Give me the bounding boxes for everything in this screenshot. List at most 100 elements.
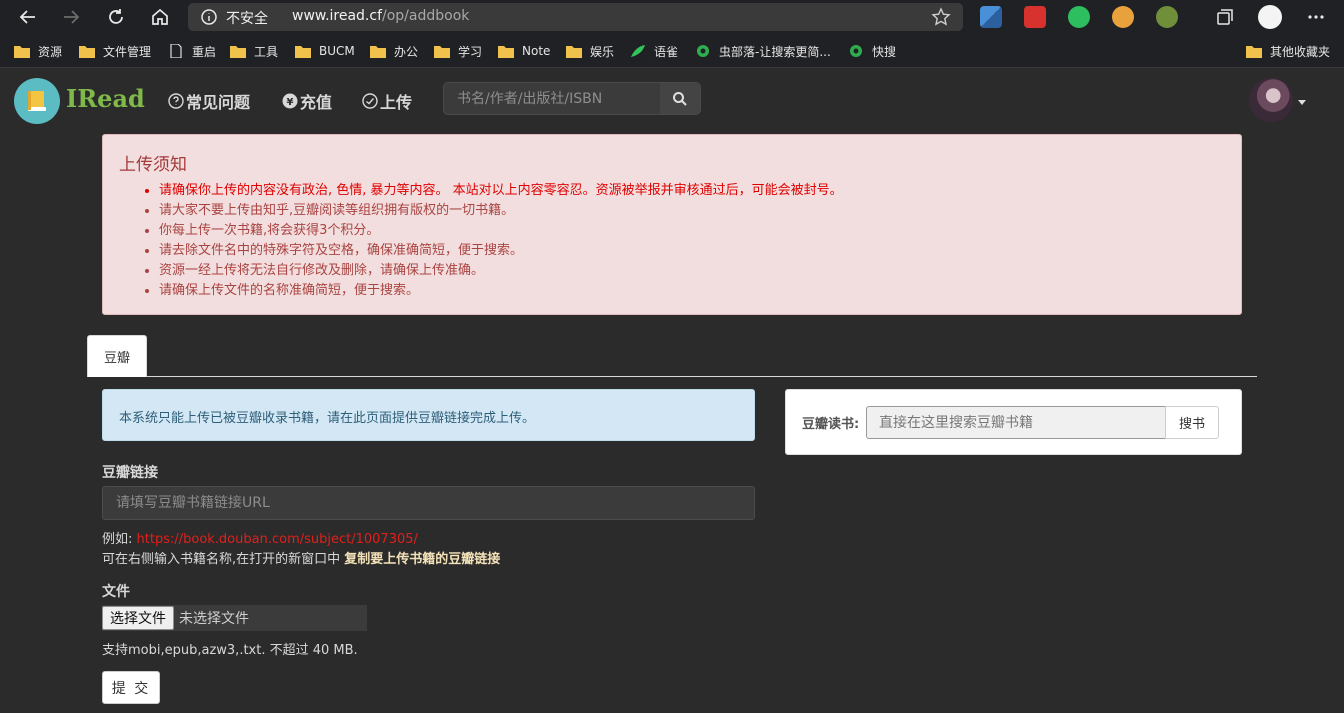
hint-bold: 复制要上传书籍的豆瓣链接: [344, 552, 501, 567]
bookmark-item[interactable]: 资源: [14, 42, 62, 60]
file-hint: 支持mobi,epub,azw3,.txt. 不超过 40 MB.: [102, 643, 358, 658]
choose-file-button[interactable]: 选择文件: [102, 606, 174, 630]
extension-face-icon[interactable]: [1112, 6, 1134, 28]
browser-toolbar: 不安全 www.iread.cf/op/addbook: [0, 0, 1344, 34]
bookmark-item[interactable]: BUCM: [295, 42, 355, 60]
bookmark-item[interactable]: 语雀: [630, 42, 678, 60]
site-search-input[interactable]: [444, 83, 661, 114]
notice-list: 请确保你上传的内容没有政治, 色情, 暴力等内容。 本站对以上内容零容忍。资源被…: [159, 181, 843, 301]
insecure-label[interactable]: 不安全: [226, 8, 268, 28]
home-icon[interactable]: [148, 5, 172, 29]
bookmark-item[interactable]: 文件管理: [79, 42, 151, 60]
logo-text[interactable]: IRead: [66, 84, 145, 113]
folder-icon: [370, 46, 386, 58]
bookmark-label: 娱乐: [590, 44, 615, 59]
forward-arrow-icon[interactable]: [59, 5, 83, 29]
extension-grid-icon[interactable]: [980, 6, 1002, 28]
bookmark-label: Note: [522, 44, 551, 58]
no-file-text: 未选择文件: [179, 611, 249, 627]
folder-icon: [14, 46, 30, 58]
yuque-icon: [631, 45, 645, 57]
reload-icon[interactable]: [104, 5, 128, 29]
collections-icon[interactable]: [1213, 5, 1237, 29]
other-bookmarks-label: 其他收藏夹: [1270, 44, 1331, 59]
back-arrow-icon[interactable]: [16, 5, 40, 29]
bookmark-item[interactable]: 办公: [370, 42, 418, 60]
hint-prefix: 可在右侧输入书籍名称,在打开的新窗口中: [102, 552, 345, 567]
site-navbar: IRead 常见问题 ¥ 充值 上传: [0, 68, 1344, 133]
notice-item: 资源一经上传将无法自行修改及删除，请确保上传准确。: [159, 261, 843, 281]
bookmark-item[interactable]: 学习: [434, 42, 482, 60]
profile-icon[interactable]: [1258, 5, 1282, 29]
notice-item: 你每上传一次书籍,将会获得3个积分。: [159, 221, 843, 241]
bookmark-label: 资源: [38, 44, 63, 59]
douban-search-panel: 豆瓣读书: 搜书: [785, 389, 1242, 455]
bookmark-item[interactable]: 重启: [168, 42, 216, 60]
douban-search-input[interactable]: [866, 406, 1166, 439]
notice-item: 请大家不要上传由知乎,豆瓣阅读等组织拥有版权的一切书籍。: [159, 201, 843, 221]
example-line: 例如: https://book.douban.com/subject/1007…: [102, 528, 418, 547]
douban-link-label: 豆瓣链接: [102, 465, 158, 481]
example-link[interactable]: https://book.douban.com/subject/1007305/: [137, 532, 418, 547]
folder-icon: [230, 46, 246, 58]
url-path: /op/addbook: [382, 8, 470, 24]
question-circle-icon: [168, 93, 184, 109]
notice-item: 请去除文件名中的特殊字符及空格，确保准确简短，便于搜索。: [159, 241, 843, 261]
bookmark-item[interactable]: 快搜: [848, 42, 896, 60]
chongbuluo-icon: [850, 45, 862, 57]
bookmark-label: 文件管理: [103, 44, 152, 59]
nav-recharge-label: 充值: [300, 93, 333, 112]
extension-red-icon[interactable]: [1024, 6, 1046, 28]
evernote-icon[interactable]: [1068, 6, 1090, 28]
info-icon[interactable]: [200, 8, 218, 26]
bookmark-item[interactable]: 娱乐: [566, 42, 614, 60]
site-search: [443, 82, 701, 115]
extension-hat-icon[interactable]: [1156, 6, 1178, 28]
folder-icon: [434, 46, 450, 58]
site-search-button[interactable]: [660, 83, 700, 114]
nav-upload-label: 上传: [380, 93, 413, 112]
caret-down-icon[interactable]: [1298, 100, 1306, 105]
douban-link-input[interactable]: [102, 486, 755, 520]
chongbuluo-icon: [697, 45, 709, 57]
bookmark-item[interactable]: 工具: [230, 42, 278, 60]
tab-divider: [87, 376, 1257, 377]
logo[interactable]: [14, 78, 60, 124]
info-alert: 本系统只能上传已被豆瓣收录书籍，请在此页面提供豆瓣链接完成上传。: [102, 389, 755, 441]
svg-text:¥: ¥: [287, 97, 294, 108]
bookmark-label: 语雀: [654, 44, 679, 59]
douban-search-label: 豆瓣读书:: [802, 417, 860, 432]
nav-faq[interactable]: 常见问题: [168, 89, 250, 113]
file-label: 文件: [102, 584, 130, 600]
nav-faq-label: 常见问题: [186, 93, 251, 112]
bookmark-label: 重启: [192, 44, 217, 59]
hint-line: 可在右侧输入书籍名称,在打开的新窗口中 复制要上传书籍的豆瓣链接: [102, 548, 500, 567]
coin-icon: ¥: [282, 93, 298, 109]
folder-icon: [566, 46, 582, 58]
url-text[interactable]: www.iread.cf/op/addbook: [292, 8, 469, 24]
notice-item: 请确保你上传的内容没有政治, 色情, 暴力等内容。 本站对以上内容零容忍。资源被…: [159, 181, 843, 201]
nav-recharge[interactable]: ¥ 充值: [282, 89, 332, 113]
tab-douban[interactable]: 豆瓣: [87, 335, 147, 377]
bookmark-label: 快搜: [872, 44, 897, 59]
star-icon[interactable]: [931, 7, 951, 27]
file-input[interactable]: 选择文件 未选择文件: [102, 605, 367, 631]
bookmark-label: BUCM: [319, 44, 355, 58]
search-book-button[interactable]: 搜书: [1165, 406, 1219, 439]
notice-title: 上传须知: [119, 155, 187, 175]
folder-icon: [1246, 46, 1262, 58]
bookmark-item[interactable]: Note: [498, 42, 550, 60]
address-bar[interactable]: 不安全 www.iread.cf/op/addbook: [188, 3, 963, 31]
url-host: www.iread.cf: [292, 8, 383, 24]
nav-upload[interactable]: 上传: [362, 89, 412, 113]
user-avatar[interactable]: [1249, 78, 1293, 122]
notice-item: 请确保上传文件的名称准确简短，便于搜索。: [159, 281, 843, 301]
check-circle-icon: [362, 93, 378, 109]
search-icon: [673, 91, 687, 106]
bookmark-item[interactable]: 虫部落-让搜索更简...: [695, 42, 831, 60]
more-menu-icon[interactable]: [1304, 5, 1328, 29]
folder-icon: [295, 46, 311, 58]
bookmark-label: 工具: [254, 44, 279, 59]
submit-button[interactable]: 提 交: [102, 671, 160, 704]
other-bookmarks[interactable]: 其他收藏夹: [1246, 42, 1330, 60]
